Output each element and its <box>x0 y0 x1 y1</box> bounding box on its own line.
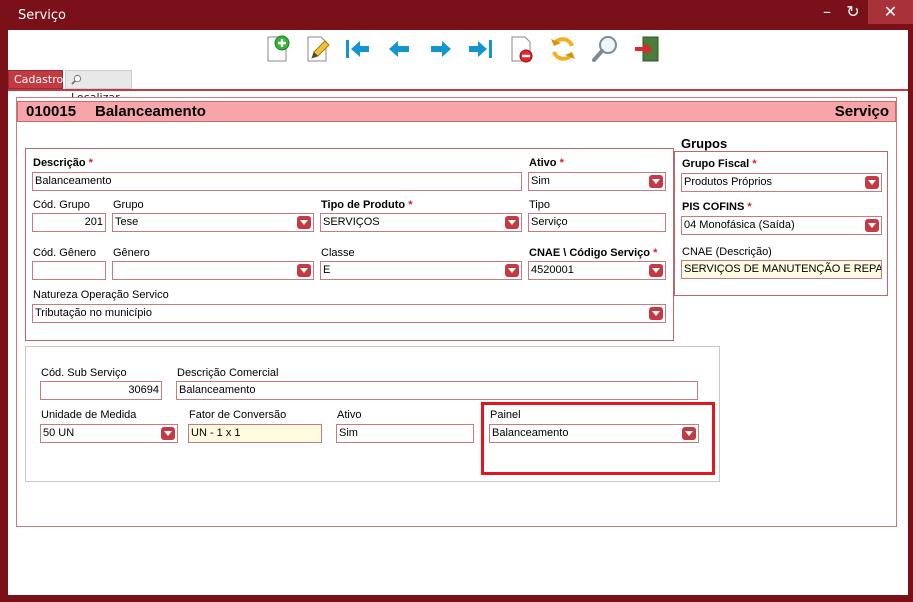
natureza-label: Natureza Operação Servico <box>33 289 169 301</box>
cod-grupo-input[interactable]: 201 <box>32 213 106 232</box>
grupo-label: Grupo <box>113 199 144 211</box>
tipo-label: Tipo <box>529 199 550 211</box>
genero-label: Gênero <box>113 247 150 259</box>
exit-icon[interactable] <box>632 34 662 64</box>
unidade-medida-select[interactable]: 50 UN <box>40 424 178 443</box>
descricao-input[interactable]: Balanceamento <box>32 172 522 191</box>
window-content: Cadastro Localizar 010015 Balanceamento … <box>8 30 908 595</box>
unidade-medida-label: Unidade de Medida <box>41 409 137 421</box>
tipo-produto-label: Tipo de Produto * <box>321 199 413 211</box>
cnae-descricao-input[interactable]: SERVIÇOS DE MANUTENÇÃO E REPARAÇÃO <box>681 260 882 279</box>
chevron-down-icon[interactable] <box>865 176 879 189</box>
main-group-box: Descrição * Balanceamento Ativo * Sim Có… <box>25 148 674 341</box>
tab-localizar[interactable]: Localizar <box>65 70 132 104</box>
fator-conversao-label: Fator de Conversão <box>189 409 287 421</box>
window-title: Serviço <box>18 8 67 23</box>
chevron-down-icon[interactable] <box>161 427 175 440</box>
sub-service-box: Cód. Sub Serviço 30694 Descrição Comerci… <box>25 346 720 482</box>
search-icon[interactable] <box>590 34 620 64</box>
highlight-box <box>481 402 715 475</box>
refresh-icon[interactable] <box>548 34 578 64</box>
cod-sub-servico-label: Cód. Sub Serviço <box>41 367 127 379</box>
natureza-select[interactable]: Tributação no município <box>32 304 666 323</box>
sub-ativo-input[interactable]: Sim <box>336 424 474 443</box>
cnae-descricao-label: CNAE (Descrição) <box>682 246 772 258</box>
cnae-codigo-label: CNAE \ Código Serviço * <box>529 247 658 259</box>
descricao-comercial-input[interactable]: Balanceamento <box>176 381 698 400</box>
chevron-down-icon[interactable] <box>505 264 519 277</box>
module-name: Serviço <box>834 103 889 120</box>
descricao-comercial-label: Descrição Comercial <box>177 367 279 379</box>
classe-label: Classe <box>321 247 355 259</box>
chevron-down-icon[interactable] <box>649 175 663 188</box>
chevron-down-icon[interactable] <box>649 264 663 277</box>
grupo-fiscal-label: Grupo Fiscal * <box>682 158 757 170</box>
form-frame: 010015 Balanceamento Serviço Descrição *… <box>16 97 897 527</box>
next-record-icon[interactable] <box>426 34 456 64</box>
close-button[interactable]: ✕ <box>868 0 913 24</box>
genero-select[interactable] <box>112 261 314 280</box>
tab-underline <box>8 89 908 91</box>
title-bar: Serviço – ↻ ✕ <box>0 0 913 30</box>
tab-cadastro[interactable]: Cadastro <box>8 70 63 89</box>
search-icon <box>71 74 82 85</box>
pis-cofins-label: PIS COFINS * <box>682 201 752 213</box>
record-code: 010015 <box>26 103 77 120</box>
chevron-down-icon[interactable] <box>297 216 311 229</box>
last-record-icon[interactable] <box>466 34 496 64</box>
tipo-produto-select[interactable]: SERVIÇOS <box>320 213 522 232</box>
edit-icon[interactable] <box>302 34 332 64</box>
grupo-fiscal-select[interactable]: Produtos Próprios <box>681 173 882 192</box>
chevron-down-icon[interactable] <box>297 264 311 277</box>
first-record-icon[interactable] <box>342 34 372 64</box>
cnae-codigo-select[interactable]: 4520001 <box>528 261 666 280</box>
cod-grupo-label: Cód. Grupo <box>33 199 90 211</box>
fator-conversao-input[interactable]: UN - 1 x 1 <box>188 424 322 443</box>
ativo-select[interactable]: Sim <box>528 172 666 191</box>
chevron-down-icon[interactable] <box>649 307 663 320</box>
record-name: Balanceamento <box>95 103 206 120</box>
grupos-group-box: Grupo Fiscal * Produtos Próprios PIS COF… <box>674 151 888 296</box>
ativo-label: Ativo * <box>529 157 564 169</box>
cod-sub-servico-input[interactable]: 30694 <box>40 381 162 400</box>
sub-ativo-label: Ativo <box>337 409 362 421</box>
grupos-title: Grupos <box>681 136 728 151</box>
new-document-icon[interactable] <box>262 34 292 64</box>
chevron-down-icon[interactable] <box>865 219 879 232</box>
app-window: Serviço – ↻ ✕ Cadastro 010015 Balanceame… <box>0 0 913 602</box>
refresh-window-button[interactable]: ↻ <box>838 0 868 24</box>
chevron-down-icon[interactable] <box>505 216 519 229</box>
pis-cofins-select[interactable]: 04 Monofásica (Saída) <box>681 216 882 235</box>
tipo-input[interactable]: Serviço <box>528 213 666 232</box>
grupo-select[interactable]: Tese <box>112 213 314 232</box>
previous-record-icon[interactable] <box>384 34 414 64</box>
cod-genero-label: Cód. Gênero <box>33 247 96 259</box>
record-header: 010015 Balanceamento Serviço <box>17 101 896 122</box>
descricao-label: Descrição * <box>33 157 93 169</box>
delete-document-icon[interactable] <box>506 34 536 64</box>
toolbar <box>8 30 908 70</box>
tab-strip: Cadastro Localizar <box>8 70 908 104</box>
cod-genero-input[interactable] <box>32 261 106 280</box>
classe-select[interactable]: E <box>320 261 522 280</box>
